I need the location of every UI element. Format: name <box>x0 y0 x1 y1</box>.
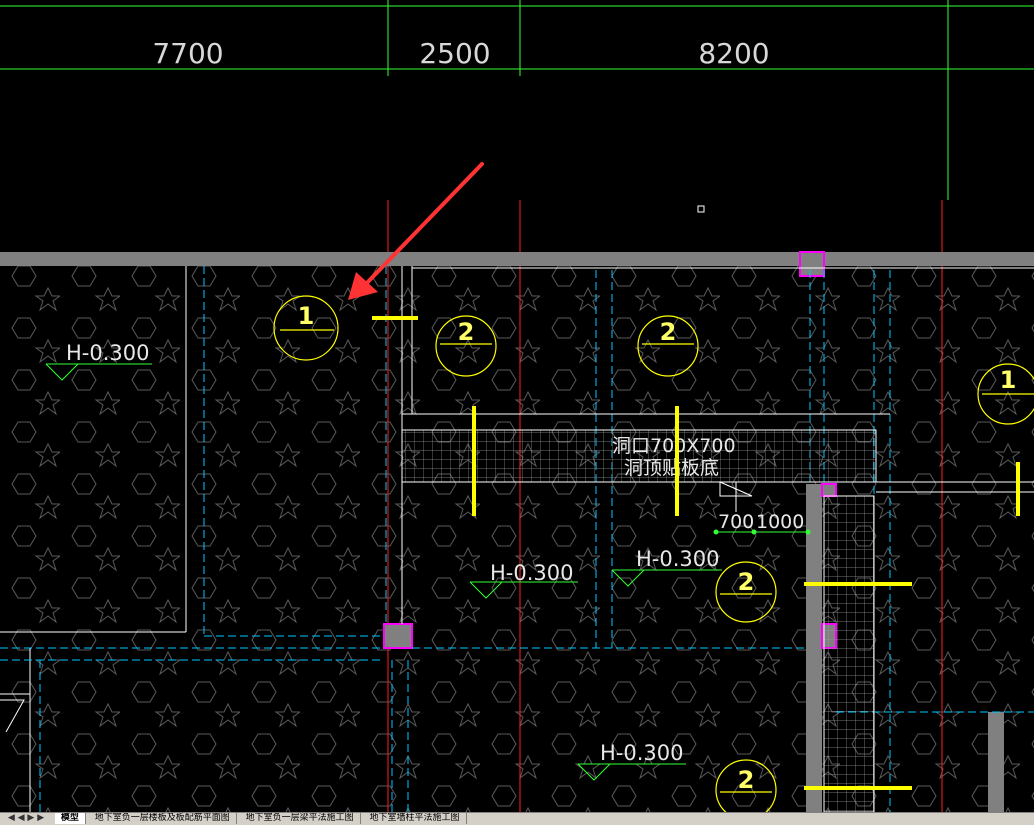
svg-text:2: 2 <box>660 318 677 346</box>
slab-hatch <box>0 266 1034 812</box>
tab-slab-plan[interactable]: 地下室负一层楼板及板配筋平面图 <box>89 813 237 824</box>
cursor-pickbox <box>697 205 705 213</box>
svg-text:1: 1 <box>1000 366 1017 394</box>
opening-dim-a: 700 <box>718 511 754 533</box>
dimension-label-1: 7700 <box>152 37 223 70</box>
svg-text:2: 2 <box>738 766 755 794</box>
opening-dim-b: 1000 <box>756 511 804 533</box>
svg-text:H-0.300: H-0.300 <box>490 561 574 585</box>
svg-text:1: 1 <box>298 302 315 330</box>
dimension-label-3: 8200 <box>698 37 769 70</box>
opening-dim-tick-3 <box>805 529 811 535</box>
svg-text:2: 2 <box>458 318 475 346</box>
svg-text:H-0.300: H-0.300 <box>600 741 684 765</box>
dimension-chain <box>0 0 1034 200</box>
tab-beam-plan[interactable]: 地下室负一层梁平法施工图 <box>240 813 361 824</box>
tab-nav-arrows-icon[interactable]: ◀ ◀ ▶ ▶ <box>0 813 52 824</box>
tab-wall-column-plan[interactable]: 地下室墙柱平法施工图 <box>364 813 467 824</box>
svg-text:H-0.300: H-0.300 <box>66 341 150 365</box>
cad-drawing-canvas[interactable]: 7700 2500 8200 洞口700X700 洞顶贴板底 700 1000 … <box>0 0 1034 812</box>
dimension-label-2: 2500 <box>419 37 490 70</box>
opening-size-label: 洞口700X700 <box>612 435 736 457</box>
svg-text:H-0.300: H-0.300 <box>636 547 720 571</box>
svg-text:2: 2 <box>738 568 755 596</box>
tab-model[interactable]: 模型 <box>54 813 86 824</box>
layout-tab-bar: ◀ ◀ ▶ ▶ 模型 地下室负一层楼板及板配筋平面图 地下室负一层梁平法施工图 … <box>0 812 1034 825</box>
opening-note-label: 洞顶贴板底 <box>624 457 719 479</box>
vertical-grid-strip <box>823 495 875 812</box>
